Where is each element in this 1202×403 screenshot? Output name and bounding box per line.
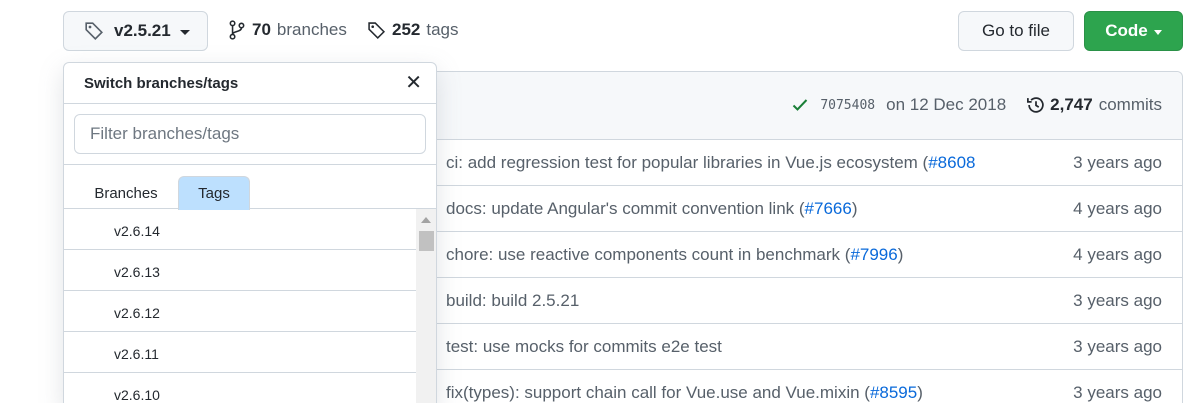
code-label: Code [1105, 21, 1148, 40]
history-icon[interactable] [1026, 95, 1046, 115]
ref-switcher-button[interactable]: v2.5.21 [63, 11, 208, 51]
pr-link[interactable]: #7666 [805, 199, 852, 218]
commit-message-link[interactable]: ci: add regression test for popular libr… [446, 153, 928, 172]
commit-sha-link[interactable]: 7075408 [820, 98, 875, 113]
tag-icon [84, 21, 104, 41]
commit-date: on 12 Dec 2018 [886, 95, 1007, 114]
commit-row: ci: add regression test for popular libr… [421, 140, 1182, 186]
pr-link[interactable]: #8608 [928, 153, 975, 172]
check-icon[interactable] [792, 98, 808, 112]
close-icon[interactable]: ✕ [405, 73, 422, 93]
dropdown-tabs: Branches Tags [64, 165, 436, 210]
go-to-file-button[interactable]: Go to file [958, 11, 1074, 51]
commit-row: fix(types): support chain call for Vue.u… [421, 370, 1182, 403]
commit-message-suffix: ) [897, 244, 904, 264]
tag-item[interactable]: v2.6.14 [64, 209, 416, 250]
commit-row: chore: use reactive components count in … [421, 232, 1182, 278]
commit-age: 3 years ago [1073, 290, 1162, 310]
commit-message-link[interactable]: docs: update Angular's commit convention… [446, 199, 805, 218]
go-to-file-label: Go to file [981, 21, 1051, 40]
pr-link[interactable]: #7996 [850, 245, 897, 264]
commit-row: build: build 2.5.21 3 years ago [421, 278, 1182, 324]
ref-switcher-dropdown: Switch branches/tags ✕ Branches Tags v2.… [63, 62, 437, 403]
dropdown-title: Switch branches/tags [84, 75, 239, 92]
branches-link[interactable]: 70 branches [228, 20, 347, 40]
dropdown-header: Switch branches/tags ✕ [64, 63, 436, 104]
pr-link[interactable]: #8595 [870, 383, 917, 402]
tag-item[interactable]: v2.6.11 [64, 332, 416, 373]
chevron-down-icon [179, 29, 190, 35]
commit-age: 3 years ago [1073, 336, 1162, 356]
filter-input[interactable] [74, 114, 426, 154]
tag-list: v2.6.14 v2.6.13 v2.6.12 v2.6.11 v2.6.10 [64, 209, 416, 403]
commit-message-link[interactable]: build: build 2.5.21 [446, 291, 579, 310]
tag-item-label: v2.6.13 [114, 264, 160, 280]
file-list-panel: 7075408 on 12 Dec 2018 2,747 commits ci:… [420, 71, 1183, 403]
commit-message-link[interactable]: chore: use reactive components count in … [446, 245, 850, 264]
commit-message-link[interactable]: test: use mocks for commits e2e test [446, 337, 722, 356]
scrollbar-thumb[interactable] [419, 231, 434, 251]
tag-item-label: v2.6.14 [114, 223, 160, 239]
commit-row: test: use mocks for commits e2e test 3 y… [421, 324, 1182, 370]
tag-icon [367, 21, 386, 40]
branch-icon [228, 20, 246, 40]
commits-label[interactable]: commits [1099, 95, 1162, 115]
scroll-up-arrow-icon[interactable] [421, 217, 431, 223]
commit-age: 3 years ago [1073, 152, 1162, 172]
tag-item-label: v2.6.10 [114, 387, 160, 403]
commit-age: 3 years ago [1073, 382, 1162, 402]
branches-count: 70 [252, 20, 271, 39]
chevron-down-icon [1153, 29, 1162, 35]
tag-item[interactable]: v2.6.13 [64, 250, 416, 291]
code-button[interactable]: Code [1084, 11, 1183, 51]
tag-list-scrollbar[interactable] [416, 209, 436, 403]
tags-count: 252 [392, 20, 421, 39]
commit-message-link[interactable]: fix(types): support chain call for Vue.u… [446, 383, 870, 402]
tag-item[interactable]: v2.6.10 [64, 373, 416, 403]
branches-label: branches [276, 20, 347, 39]
tag-item-label: v2.6.11 [114, 346, 159, 362]
tag-item-label: v2.6.12 [114, 305, 160, 321]
commit-age: 4 years ago [1073, 244, 1162, 264]
commits-count[interactable]: 2,747 [1050, 95, 1093, 115]
tags-label: tags [426, 20, 459, 39]
tab-tags[interactable]: Tags [178, 176, 250, 210]
filter-section [64, 104, 436, 165]
latest-commit-header: 7075408 on 12 Dec 2018 2,747 commits [421, 72, 1182, 140]
tag-item[interactable]: v2.6.12 [64, 291, 416, 332]
tab-branches[interactable]: Branches [80, 176, 172, 210]
commit-age: 4 years ago [1073, 198, 1162, 218]
commit-message-suffix: ) [851, 198, 858, 218]
commit-row: docs: update Angular's commit convention… [421, 186, 1182, 232]
current-ref-label: v2.5.21 [114, 21, 171, 40]
commit-message-suffix: ) [917, 382, 923, 402]
tags-link[interactable]: 252 tags [367, 20, 459, 40]
